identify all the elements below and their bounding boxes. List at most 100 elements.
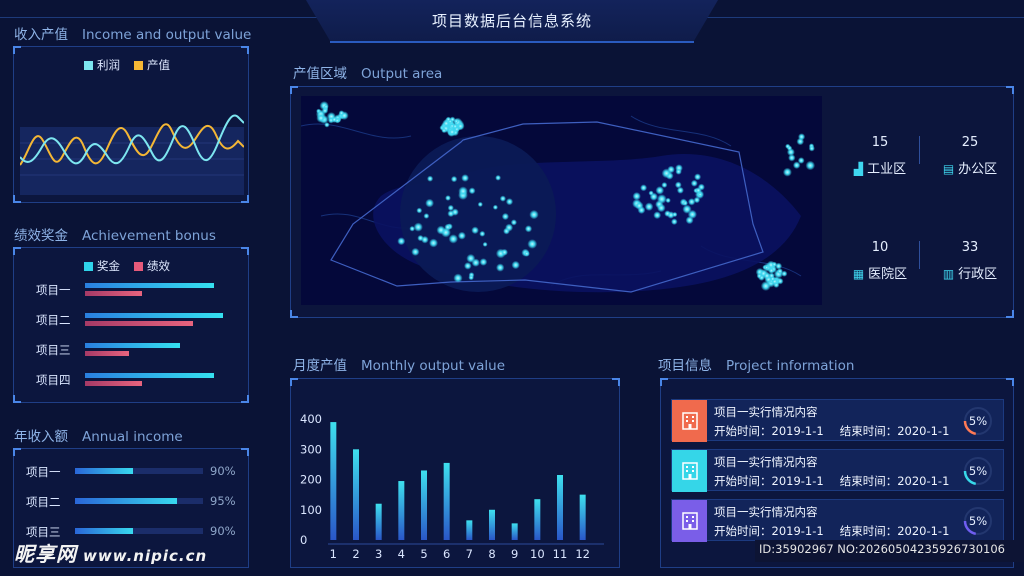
bar-month-8 — [489, 509, 495, 540]
map-hotspot — [786, 148, 795, 157]
map-hotspot — [523, 250, 530, 257]
map-hotspot — [501, 212, 509, 221]
map-hotspot — [453, 273, 463, 283]
project-title-cn: 项目信息 — [658, 358, 712, 374]
map-hotspot — [425, 198, 434, 208]
achievement-row-label: 项目四 — [36, 373, 71, 387]
map-hotspot — [334, 117, 341, 124]
map-hotspot — [444, 223, 452, 231]
map-hotspot — [649, 192, 658, 201]
map-hotspot — [764, 264, 770, 271]
watermark-brand: 昵享网 www.nipic.cn — [14, 542, 208, 566]
map-hotspot — [411, 247, 420, 256]
map-hotspot — [672, 211, 678, 218]
map-hotspot — [665, 197, 671, 204]
stat-hospital: ▦ 医院区 — [852, 267, 908, 282]
map-hotspot — [457, 231, 466, 240]
annual-row-label: 项目一 — [26, 465, 61, 479]
map-hotspot — [501, 248, 508, 256]
project-start-date: 2019-1-1 — [771, 474, 824, 488]
project-start-date: 2019-1-1 — [771, 524, 824, 538]
map-hotspot — [323, 104, 329, 110]
progress-percent: 5% — [969, 514, 987, 528]
bar-month-3 — [375, 503, 382, 540]
map-hotspot — [416, 207, 423, 214]
bar-month-5 — [421, 470, 427, 540]
monthly-section-title: 月度产值 Monthly output value — [293, 354, 505, 374]
map-hotspot — [445, 195, 451, 201]
annual-track — [75, 468, 203, 474]
stat-office: ▤ 办公区 — [942, 162, 998, 177]
monthly-title-cn: 月度产值 — [293, 358, 347, 374]
project-end-label: 结束时间： — [839, 474, 898, 488]
achievement-row-label: 项目三 — [36, 343, 71, 357]
map-hotspot — [496, 263, 505, 272]
output-area-title-cn: 产值区域 — [293, 66, 347, 82]
legend-bonus: 奖金 — [84, 258, 120, 274]
progress-percent: 5% — [969, 414, 987, 428]
annual-row: 项目一 90% — [14, 464, 250, 482]
x-tick-label: 5 — [420, 547, 427, 561]
x-tick-label: 9 — [511, 547, 518, 561]
stat-hospital-value: 10 — [871, 240, 889, 255]
project-card[interactable]: 项目一实行情况内容 开始时间：2019-1-1 结束时间：2020-1-1 5% — [671, 499, 1004, 542]
map-hotspot — [453, 118, 459, 124]
map-hotspot — [637, 206, 646, 214]
watermark-id: ID:35902967 NO:20260504235926730106 — [755, 540, 1024, 562]
project-end-date: 2020-1-1 — [897, 474, 950, 488]
output-area-title-en: Output area — [361, 66, 443, 82]
x-tick-label: 6 — [443, 547, 450, 561]
bonus-bar — [85, 343, 180, 348]
bonus-bar — [85, 373, 214, 378]
map-hotspot — [464, 262, 472, 270]
map-hotspot — [675, 168, 682, 175]
annual-fill — [75, 468, 133, 474]
map-hotspot — [479, 258, 488, 266]
x-tick-label: 3 — [375, 547, 382, 561]
map-hotspot — [471, 226, 479, 235]
map-hotspot — [505, 198, 514, 206]
bar-month-10 — [534, 499, 541, 540]
project-name: 项目一实行情况内容 — [714, 455, 818, 469]
bonus-bar — [85, 313, 223, 318]
header-edge-line — [330, 41, 694, 43]
x-tick-label: 2 — [352, 547, 359, 561]
map-hotspot — [529, 209, 539, 220]
map-hotspot — [640, 184, 648, 192]
map-hotspot — [655, 186, 665, 195]
annual-row-value: 90% — [210, 464, 236, 478]
income-title-cn: 收入产值 — [14, 27, 68, 43]
performance-bar — [85, 351, 129, 356]
map-hotspot — [413, 222, 423, 232]
annual-title-cn: 年收入额 — [14, 429, 68, 445]
stat-industrial: ▟ 工业区 — [853, 162, 907, 177]
building-icon — [672, 500, 707, 542]
project-end-label: 结束时间： — [839, 424, 898, 438]
project-card[interactable]: 项目一实行情况内容 开始时间：2019-1-1 结束时间：2020-1-1 5% — [671, 449, 1004, 492]
page-title: 项目数据后台信息系统 — [431, 12, 592, 30]
progress-percent: 5% — [969, 464, 987, 478]
legend-output: 产值 — [134, 57, 170, 73]
building-icon — [672, 400, 707, 442]
map-hotspot — [450, 175, 458, 183]
annual-track — [75, 498, 203, 504]
building-icon — [672, 450, 707, 492]
map-hotspot — [427, 175, 434, 182]
map-hotspot — [492, 204, 498, 210]
project-start-date: 2019-1-1 — [771, 424, 824, 438]
income-legend: 利润 产值 — [84, 57, 170, 73]
map-hotspot — [690, 179, 698, 187]
project-card[interactable]: 项目一实行情况内容 开始时间：2019-1-1 结束时间：2020-1-1 5% — [671, 399, 1004, 442]
project-time: 开始时间：2019-1-1 结束时间：2020-1-1 — [714, 423, 949, 439]
bar-month-6 — [443, 462, 450, 540]
admin-building-icon: ▥ — [942, 267, 955, 281]
map-hotspot — [448, 128, 457, 136]
stat-admin: ▥ 行政区 — [942, 267, 998, 282]
map-hotspot — [482, 241, 488, 247]
achievement-legend: 奖金 绩效 — [84, 258, 170, 274]
map-hotspot — [524, 225, 533, 233]
map-hotspot — [808, 145, 815, 152]
map-hotspot — [776, 277, 784, 285]
income-title-en: Income and output value — [82, 27, 252, 43]
bar-month-4 — [398, 481, 405, 540]
